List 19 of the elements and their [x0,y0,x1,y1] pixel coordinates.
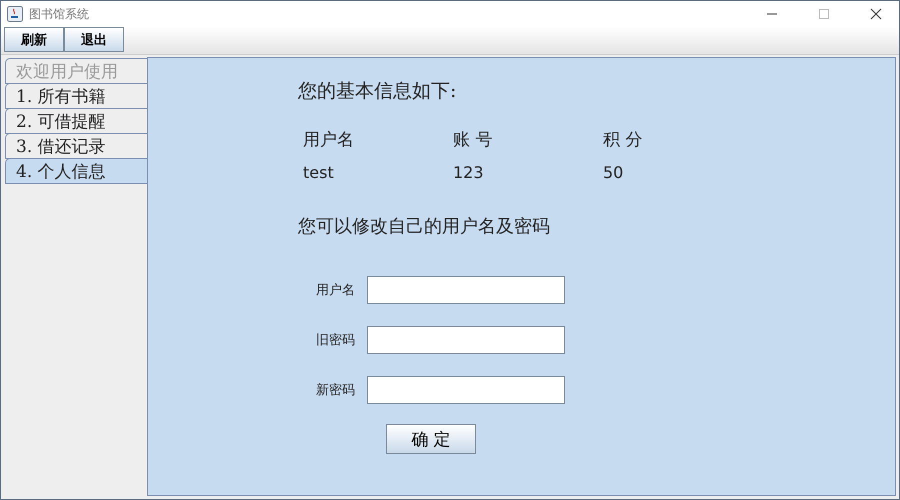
window-title: 图书馆系统 [29,6,90,22]
input-field[interactable] [367,376,565,404]
field-label: 用户名 [315,282,355,299]
info-value: test [303,163,335,182]
toolbar-button[interactable]: 退出 [64,27,124,52]
column-label: 用户名 [303,129,355,151]
input-field[interactable] [367,276,565,304]
confirm-button[interactable]: 确 定 [386,424,476,454]
side-tab[interactable]: 4. 个人信息 [5,158,148,184]
info-value: 123 [453,163,485,182]
toolbar-button[interactable]: 刷新 [4,27,64,52]
column-label: 积 分 [603,129,644,151]
section-heading: 您的基本信息如下: [298,79,458,104]
column-label: 账 号 [453,129,494,151]
field-label: 新密码 [315,382,355,399]
section-heading: 您可以修改自己的用户名及密码 [298,215,551,238]
field-label: 旧密码 [315,332,355,349]
info-value: 50 [603,163,624,182]
input-field[interactable] [367,326,565,354]
